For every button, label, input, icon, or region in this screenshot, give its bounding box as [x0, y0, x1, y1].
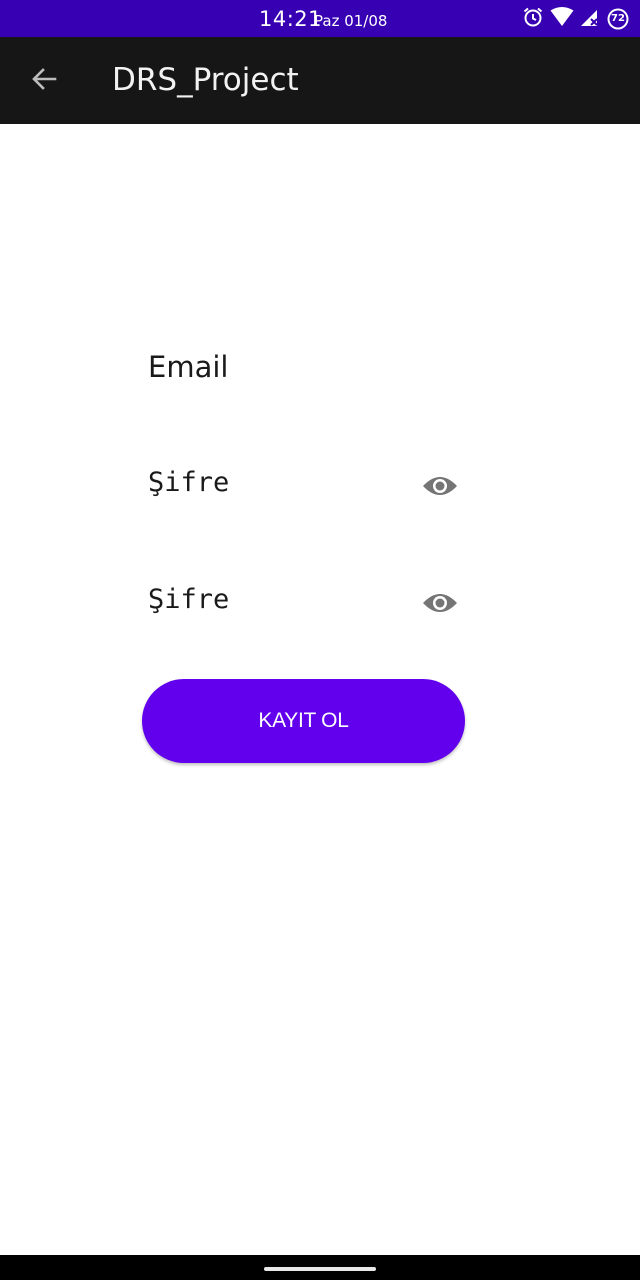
password-field[interactable]: Şifre [148, 456, 464, 516]
status-time: 14:21 [259, 7, 323, 31]
status-date: Paz 01/08 [314, 12, 388, 30]
arrow-back-icon [30, 65, 58, 98]
battery-icon: 72 [606, 7, 630, 31]
password-confirm-field[interactable]: Şifre [148, 573, 464, 633]
status-icons: 72 [522, 6, 630, 33]
register-button[interactable]: KAYIT OL [142, 679, 465, 763]
eye-icon[interactable] [422, 587, 458, 619]
status-bar: 14:21 Paz 01/08 72 [0, 0, 640, 37]
wifi-icon [550, 6, 574, 32]
password-confirm-hint: Şifre [148, 584, 230, 615]
battery-level: 72 [611, 13, 625, 24]
app-title: DRS_Project [112, 62, 299, 98]
eye-icon[interactable] [422, 470, 458, 502]
app-bar: DRS_Project [0, 37, 640, 124]
home-handle[interactable] [264, 1267, 376, 1271]
alarm-icon [522, 6, 544, 33]
nav-bar [0, 1255, 640, 1280]
email-field[interactable]: Email [148, 340, 464, 400]
back-button[interactable] [22, 59, 66, 103]
password-hint: Şifre [148, 467, 230, 498]
signal-icon [580, 7, 600, 32]
email-hint: Email [148, 350, 229, 384]
